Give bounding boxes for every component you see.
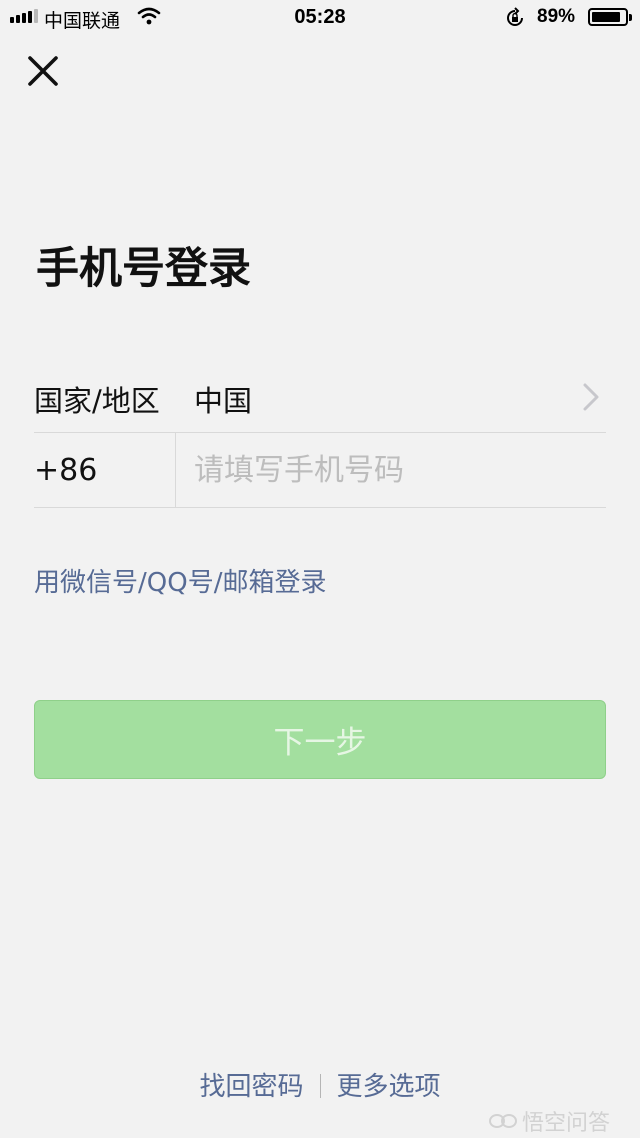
watermark-text: 悟空问答 <box>522 1111 611 1136</box>
footer-divider <box>319 1074 321 1098</box>
alt-login-link[interactable]: 用微信号/QQ号/邮箱登录 <box>34 562 326 599</box>
watermark: 悟空问答 <box>488 1105 610 1137</box>
country-region-value: 中国 <box>194 384 253 418</box>
battery-icon <box>588 8 632 26</box>
close-button[interactable] <box>24 52 62 90</box>
more-options-link[interactable]: 更多选项 <box>337 1072 441 1102</box>
retrieve-password-link[interactable]: 找回密码 <box>199 1072 303 1102</box>
rotation-lock-icon <box>507 7 523 26</box>
close-icon <box>28 56 58 86</box>
country-region-row[interactable]: 国家/地区 中国 <box>34 360 606 433</box>
status-bar: 中国联通 05:28 89% <box>0 0 640 36</box>
next-button[interactable]: 下一步 <box>34 700 606 779</box>
phone-row: +86 <box>34 433 606 508</box>
page-title: 手机号登录 <box>36 244 251 294</box>
battery-percent: 89% <box>537 6 576 27</box>
footer-links: 找回密码 更多选项 <box>0 1066 640 1103</box>
wukong-logo-icon <box>489 1114 517 1128</box>
phone-number-input[interactable] <box>194 433 604 508</box>
chevron-right-icon <box>583 383 599 411</box>
country-region-label: 国家/地区 <box>34 384 160 418</box>
country-code[interactable]: +86 <box>34 433 176 508</box>
